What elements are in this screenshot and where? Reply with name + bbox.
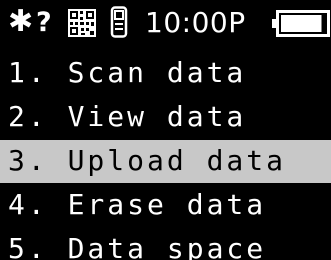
menu-item-view-data[interactable]: 2. View data [0, 96, 331, 139]
device-screen: ✱ ? 10:00P 1. Scan data 2. View data 3. … [0, 0, 331, 260]
battery-icon [272, 10, 330, 37]
menu-item-scan-data[interactable]: 1. Scan data [0, 52, 331, 95]
menu-item-upload-data[interactable]: 3. Upload data [0, 140, 331, 183]
status-bar: ✱ ? 10:00P [0, 0, 331, 44]
qr-code-icon [68, 9, 96, 37]
menu-item-data-space[interactable]: 5. Data space [0, 228, 331, 260]
clock-time: 10:00P [145, 6, 246, 39]
help-icon: ? [36, 7, 52, 38]
bluetooth-icon: ✱ [8, 4, 34, 39]
battery-fill [281, 15, 322, 32]
menu-item-erase-data[interactable]: 4. Erase data [0, 184, 331, 227]
scanner-device-icon [110, 6, 128, 38]
main-menu: 1. Scan data 2. View data 3. Upload data… [0, 52, 331, 260]
